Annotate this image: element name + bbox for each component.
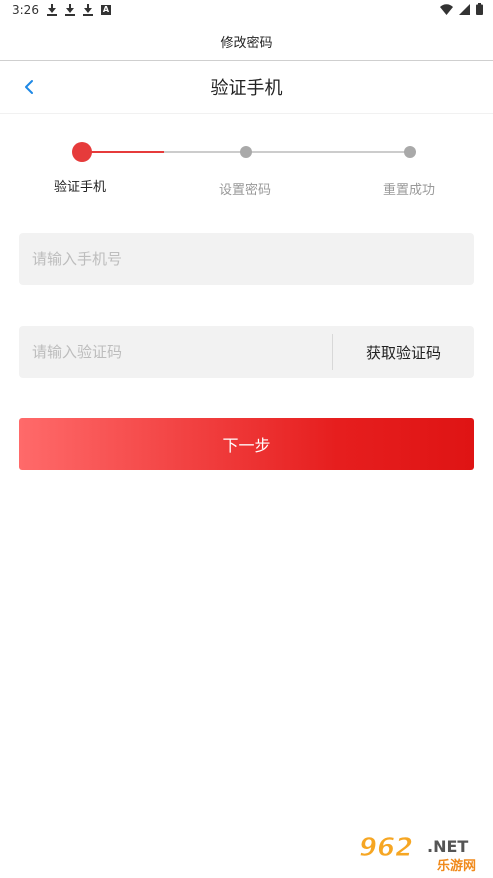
phone-field (19, 233, 474, 285)
wifi-icon (440, 3, 453, 15)
step-line-active (82, 151, 164, 153)
status-bar: 3:26 A (0, 0, 493, 22)
step-dot-3 (404, 146, 416, 158)
next-button[interactable]: 下一步 (19, 418, 474, 470)
get-code-button[interactable]: 获取验证码 (333, 326, 474, 378)
battery-icon (476, 3, 483, 15)
next-button-label: 下一步 (222, 436, 271, 455)
step-label-3: 重置成功 (383, 183, 436, 198)
download-icon (64, 4, 75, 16)
watermark-text: 乐游网 (437, 858, 476, 874)
step-dot-1 (72, 142, 92, 162)
watermark-logo: 962 .NET 乐游网 (355, 830, 487, 874)
signal-icon (459, 3, 470, 15)
step-line-inactive (164, 151, 410, 153)
page-header: 验证手机 (0, 61, 493, 114)
download-icon (82, 4, 93, 16)
code-field: 获取验证码 (19, 326, 474, 378)
code-input[interactable] (19, 326, 332, 378)
step-dot-2 (240, 146, 252, 158)
app-title-text: 修改密码 (220, 35, 273, 51)
get-code-label: 获取验证码 (365, 343, 441, 362)
app-title: 修改密码 (0, 22, 493, 61)
status-right (440, 3, 483, 15)
download-icon (46, 4, 57, 16)
phone-input[interactable] (19, 233, 474, 285)
watermark-suffix: .NET (427, 837, 468, 856)
back-button[interactable] (18, 75, 42, 99)
status-time: 3:26 (12, 3, 39, 17)
page-title: 验证手机 (210, 78, 283, 99)
a-icon: A (100, 5, 111, 15)
step-label-1: 验证手机 (54, 180, 107, 195)
watermark-brand: 962 (359, 833, 413, 863)
status-left: 3:26 A (12, 3, 111, 17)
watermark-graphic: 962 .NET 乐游网 (355, 833, 487, 874)
chevron-left-icon (25, 80, 33, 94)
step-label-2: 设置密码 (219, 183, 272, 198)
